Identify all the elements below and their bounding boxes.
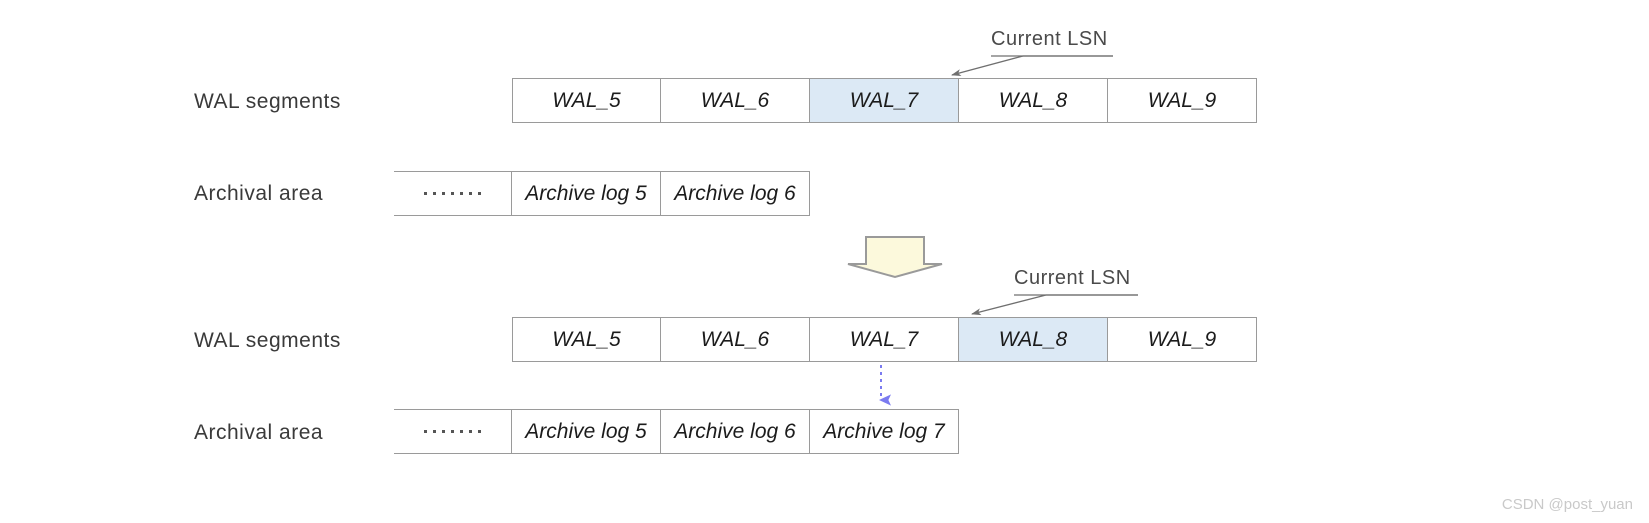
diagram-canvas: WAL segments WAL_5 WAL_6 WAL_7 WAL_8 WAL… [0, 0, 1649, 523]
ellipsis-cell [394, 171, 512, 216]
ellipsis-dots-icon [424, 430, 481, 433]
before-wal-segments-row: WAL_5 WAL_6 WAL_7 WAL_8 WAL_9 [512, 78, 1257, 123]
after-archival-area-row: Archive log 5 Archive log 6 Archive log … [394, 409, 959, 454]
ellipsis-dots-icon [424, 192, 481, 195]
wal-cell: WAL_7 [810, 317, 959, 362]
archive-log-cell: Archive log 5 [512, 171, 661, 216]
down-arrow-icon [847, 236, 943, 279]
wal-cell: WAL_5 [512, 317, 661, 362]
archive-log-cell: Archive log 6 [661, 409, 810, 454]
wal-cell: WAL_6 [661, 317, 810, 362]
wal-cell-current: WAL_7 [810, 78, 959, 123]
before-archival-area-label: Archival area [194, 182, 324, 205]
watermark: CSDN @post_yuan [1501, 496, 1633, 513]
wal-cell: WAL_6 [661, 78, 810, 123]
after-wal-segments-row: WAL_5 WAL_6 WAL_7 WAL_8 WAL_9 [512, 317, 1257, 362]
before-current-lsn-label: Current LSN [991, 28, 1108, 50]
before-archival-area-row: Archive log 5 Archive log 6 [394, 171, 810, 216]
archive-log-cell: Archive log 6 [661, 171, 810, 216]
after-wal-segments-label: WAL segments [194, 329, 341, 352]
before-current-lsn-leader [951, 55, 1113, 77]
after-current-lsn-leader [971, 294, 1138, 316]
wal-cell: WAL_9 [1108, 317, 1257, 362]
archive-log-cell: Archive log 5 [512, 409, 661, 454]
wal-cell: WAL_9 [1108, 78, 1257, 123]
wal-cell: WAL_8 [959, 78, 1108, 123]
archive-log-cell-new: Archive log 7 [810, 409, 959, 454]
after-archival-area-label: Archival area [194, 421, 324, 444]
ellipsis-cell [394, 409, 512, 454]
wal-cell: WAL_5 [512, 78, 661, 123]
before-wal-segments-label: WAL segments [194, 90, 341, 113]
wal-cell-current: WAL_8 [959, 317, 1108, 362]
after-current-lsn-label: Current LSN [1014, 267, 1131, 289]
